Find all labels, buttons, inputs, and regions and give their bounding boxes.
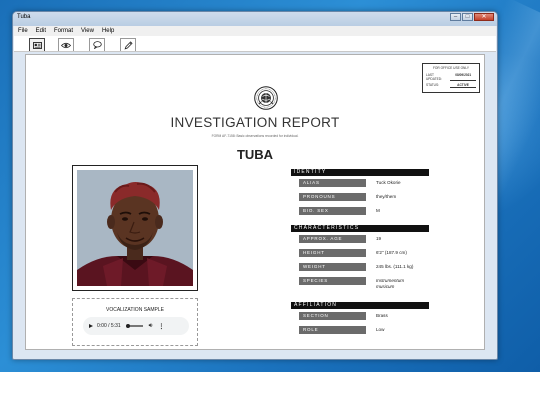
pen-icon <box>124 40 133 49</box>
audio-seek-bar[interactable] <box>125 324 143 328</box>
pronouns-label: PRONOUNS <box>299 193 366 201</box>
subject-name: TUBA <box>236 147 274 162</box>
age-label: APPROX. AGE <box>299 235 366 243</box>
bio-sex-row: BIO. SEX M <box>291 204 429 218</box>
characteristics-header: CHARACTERISTICS <box>291 225 429 232</box>
close-button[interactable]: ✕ <box>474 13 494 21</box>
tab-profile[interactable] <box>29 38 45 51</box>
portrait-image <box>77 170 193 286</box>
menu-file[interactable]: File <box>18 28 28 34</box>
speech-bubble-icon <box>92 41 102 49</box>
height-label: HEIGHT <box>299 249 366 257</box>
maximize-button[interactable]: □ <box>462 13 473 21</box>
title-bar[interactable]: Tuba – □ ✕ <box>13 12 497 26</box>
window-controls: – □ ✕ <box>449 13 494 21</box>
audio-player[interactable]: 0:00 / 5:31 🔊︎ ⋮ <box>83 317 189 335</box>
tab-notes[interactable] <box>89 38 105 51</box>
species-label: SPECIES <box>299 277 366 285</box>
height-value: 6'2" (187.9 cm) <box>376 250 407 255</box>
role-label: ROLE <box>299 326 366 334</box>
tab-edit[interactable] <box>120 38 136 51</box>
tab-observe[interactable] <box>58 38 74 51</box>
species-row: SPECIES Instrumentum musicum <box>291 274 429 292</box>
weight-row: WEIGHT 245 lbs. (111.1 kg) <box>291 260 429 274</box>
age-row: APPROX. AGE 19 <box>291 232 429 246</box>
section-label: SECTION <box>299 312 366 320</box>
more-options-icon[interactable]: ⋮ <box>158 323 164 330</box>
audio-label: VOCALIZATION SAMPLE <box>106 307 164 313</box>
role-value: Low <box>376 327 385 332</box>
report-title: INVESTIGATION REPORT <box>170 115 340 130</box>
subject-portrait <box>72 165 198 291</box>
section-row: SECTION Brass <box>291 309 429 323</box>
bio-sex-label: BIO. SEX <box>299 207 366 215</box>
characteristics-section: CHARACTERISTICS APPROX. AGE 19 HEIGHT 6'… <box>291 225 429 292</box>
alias-label: ALIAS <box>299 179 366 187</box>
menu-view[interactable]: View <box>81 28 94 34</box>
affiliation-section: AFFILIATION SECTION Brass ROLE Low <box>291 302 429 337</box>
section-value: Brass <box>376 313 388 318</box>
affiliation-header: AFFILIATION <box>291 302 429 309</box>
form-description: FORM AF-7158: Basic observations recorde… <box>211 134 299 138</box>
volume-icon[interactable]: 🔊︎ <box>149 323 153 330</box>
weight-label: WEIGHT <box>299 263 366 271</box>
office-use-box: FOR OFFICE USE ONLY LAST UPDATED: 08/09/… <box>422 63 480 93</box>
height-row: HEIGHT 6'2" (187.9 cm) <box>291 246 429 260</box>
status-label: STATUS: <box>426 83 439 87</box>
status-row: STATUS: ACTIVE <box>426 83 476 88</box>
play-icon[interactable] <box>89 324 93 328</box>
identity-section: IDENTITY ALIAS Tuck Okorie PRONOUNS they… <box>291 169 429 218</box>
menu-bar: File Edit Format View Help <box>14 26 496 36</box>
menu-format[interactable]: Format <box>54 28 73 34</box>
app-window: Tuba – □ ✕ File Edit Format View Help FO… <box>12 11 498 360</box>
pronouns-value: they/them <box>376 194 397 199</box>
eye-icon <box>61 42 71 48</box>
alias-value: Tuck Okorie <box>376 180 401 185</box>
audio-time: 0:00 / 5:31 <box>97 323 121 329</box>
last-updated-label: LAST UPDATED: <box>426 73 442 81</box>
last-updated-value: 08/09/2021 <box>450 73 476 81</box>
office-use-title: FOR OFFICE USE ONLY <box>432 66 470 70</box>
species-value: Instrumentum musicum <box>376 278 405 289</box>
alias-row: ALIAS Tuck Okorie <box>291 176 429 190</box>
toolbar <box>14 36 496 52</box>
menu-help[interactable]: Help <box>102 28 114 34</box>
menu-edit[interactable]: Edit <box>36 28 46 34</box>
age-value: 19 <box>376 236 382 241</box>
agency-seal-icon <box>254 86 278 110</box>
last-updated-row: LAST UPDATED: 08/09/2021 <box>426 73 476 81</box>
identity-header: IDENTITY <box>291 169 429 176</box>
status-value: ACTIVE <box>450 83 476 88</box>
minimize-button[interactable]: – <box>450 13 461 21</box>
pronouns-row: PRONOUNS they/them <box>291 190 429 204</box>
vocalization-sample: VOCALIZATION SAMPLE 0:00 / 5:31 🔊︎ ⋮ <box>72 298 198 346</box>
weight-value: 245 lbs. (111.1 kg) <box>376 264 414 269</box>
bio-sex-value: M <box>376 208 380 213</box>
window-title: Tuba <box>17 14 31 20</box>
report-page: FOR OFFICE USE ONLY LAST UPDATED: 08/09/… <box>25 54 485 350</box>
role-row: ROLE Low <box>291 323 429 337</box>
id-card-icon <box>32 41 42 49</box>
